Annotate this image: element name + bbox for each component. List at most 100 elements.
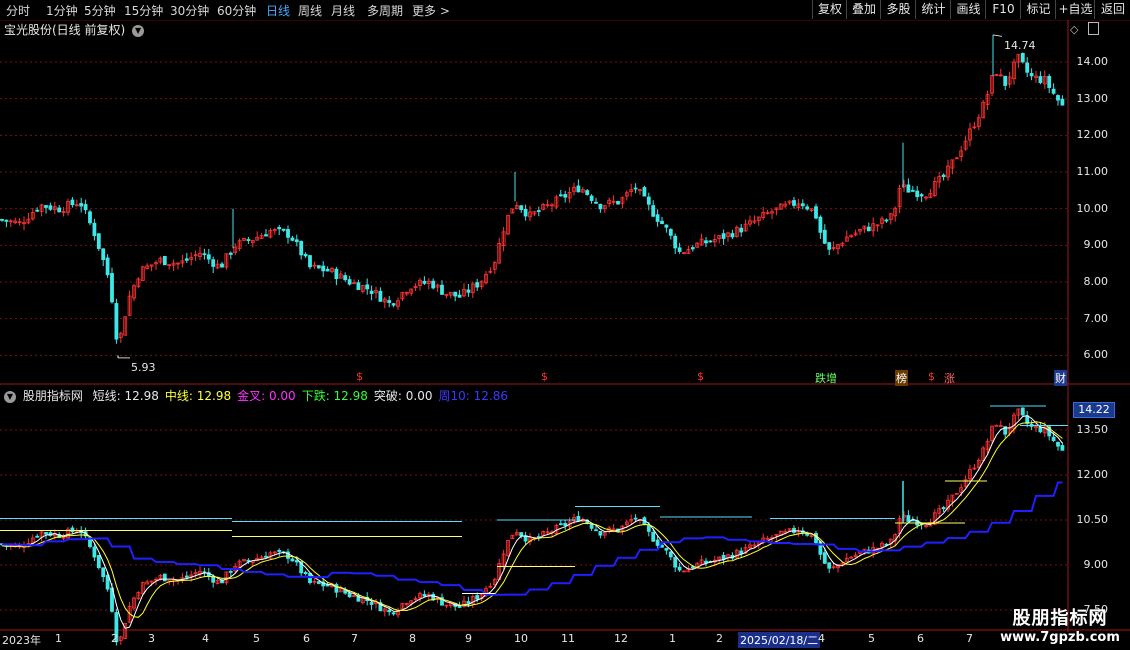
signal-marker-7[interactable]: 财	[1054, 370, 1067, 386]
time-axis-cursor-label: 2025/02/18/二	[738, 632, 821, 648]
candle-body	[906, 184, 911, 193]
candle-body	[536, 210, 541, 212]
signal-marker-2[interactable]: $	[697, 370, 704, 383]
ind-candle-body	[70, 527, 75, 533]
candle-body	[660, 220, 664, 224]
ind-candle-body	[294, 560, 299, 563]
time-axis-tick-17: 5	[868, 632, 875, 645]
time-axis-tick-5: 5	[253, 632, 260, 645]
ind-candle-body	[655, 539, 660, 546]
candle-body	[598, 203, 603, 210]
main-axis-tick-0: 14.00	[1076, 55, 1109, 68]
candle-body	[79, 203, 84, 207]
candle-body	[655, 214, 660, 222]
candle-body	[211, 259, 216, 267]
time-axis-tick-14: 2	[716, 632, 723, 645]
signal-marker-4[interactable]: 榜	[895, 370, 908, 386]
candle-body	[919, 194, 924, 197]
signal-marker-3[interactable]: 跌增	[815, 370, 837, 386]
candle-body	[422, 280, 427, 284]
candle-body	[114, 303, 119, 340]
kline-chart[interactable]	[0, 0, 1130, 650]
ind-candle-body	[651, 532, 656, 542]
candle-body	[0, 218, 4, 221]
candle-body	[633, 187, 638, 190]
candle-body	[690, 247, 695, 250]
time-axis-tick-18: 6	[917, 632, 924, 645]
ind-candle-body	[162, 573, 167, 582]
ind-candle-body	[475, 595, 480, 600]
candle-body	[228, 252, 233, 255]
signal-marker-1[interactable]: $	[541, 370, 548, 383]
time-axis-tick-6: 6	[303, 632, 310, 645]
ind-candle-body	[422, 594, 427, 597]
candle-body	[616, 200, 620, 205]
ind-candle-body	[211, 576, 216, 583]
time-axis-tick-0: 2023年	[2, 634, 41, 647]
time-axis-tick-4: 4	[202, 632, 209, 645]
ind-candle-body	[668, 551, 673, 558]
candle-body	[519, 205, 524, 211]
candle-body	[576, 185, 581, 193]
candle-body	[1038, 76, 1043, 83]
ind-candle-body	[558, 523, 563, 526]
indicator-values: 短线: 12.98 中线: 12.98 金叉: 0.00 下跌: 12.98 突破: 0…	[93, 389, 514, 403]
signal-marker-0[interactable]: $	[356, 370, 363, 383]
indicator-value-0: 短线: 12.98	[92, 389, 159, 403]
candle-body	[475, 282, 480, 288]
candle-body	[440, 284, 444, 295]
candle-body	[466, 289, 471, 293]
candle-body	[57, 207, 62, 213]
ind-candle-body	[673, 557, 678, 568]
indicator-value-1: 中线: 12.98	[164, 389, 232, 403]
candle-body	[325, 268, 330, 272]
time-axis-tick-16: 4	[818, 632, 825, 645]
candle-body	[356, 282, 361, 291]
candle-body	[677, 247, 682, 252]
chevron-down-icon[interactable]: ▼	[4, 390, 16, 403]
ind-candle-body	[184, 575, 189, 578]
candle-body	[453, 291, 458, 297]
ind-candle-body	[303, 572, 308, 574]
candle-body	[184, 258, 189, 261]
candle-body	[1051, 88, 1056, 94]
indicator-value-2: 金叉: 0.00	[237, 389, 296, 403]
candle-body	[110, 273, 114, 303]
candle-body	[805, 206, 810, 210]
signal-marker-5[interactable]: $	[928, 370, 935, 383]
ind-candle-body	[391, 612, 396, 615]
candle-body	[387, 300, 392, 303]
time-axis-tick-9: 9	[465, 632, 472, 645]
ind-candle-body	[563, 523, 568, 526]
candle-body	[792, 200, 796, 206]
candle-body	[206, 254, 211, 260]
candle-body	[220, 263, 224, 268]
candle-body	[730, 233, 735, 238]
watermark: 股朋指标网 www.7gpzb.com	[990, 604, 1130, 648]
ind-candle-body	[906, 515, 911, 522]
ind-candle-body	[519, 532, 524, 537]
indicator-value-4: 突破: 0.00	[373, 389, 433, 403]
ind-candle-body	[290, 558, 295, 562]
candle-body	[92, 222, 97, 237]
candle-body	[563, 194, 568, 198]
ind-candle-body	[466, 601, 471, 604]
candle-body	[246, 239, 251, 241]
time-axis-tick-2: 2	[111, 632, 118, 645]
candle-body	[558, 194, 563, 197]
indicator-name: 股朋指标网	[22, 389, 83, 403]
candle-body	[1056, 95, 1060, 101]
ind-candle-body	[827, 562, 832, 569]
signal-marker-6[interactable]: 涨	[944, 370, 955, 386]
candle-body	[651, 205, 656, 217]
ind-candle-body	[101, 567, 106, 578]
candle-body	[316, 265, 321, 269]
ind-candle-body	[792, 527, 796, 533]
main-axis-tick-1: 13.00	[1076, 91, 1109, 105]
candle-body	[321, 265, 326, 272]
candle-body	[391, 303, 396, 306]
candle-body	[642, 187, 647, 197]
candle-body	[664, 224, 669, 228]
candle-body	[308, 255, 312, 268]
candle-body	[721, 233, 726, 239]
